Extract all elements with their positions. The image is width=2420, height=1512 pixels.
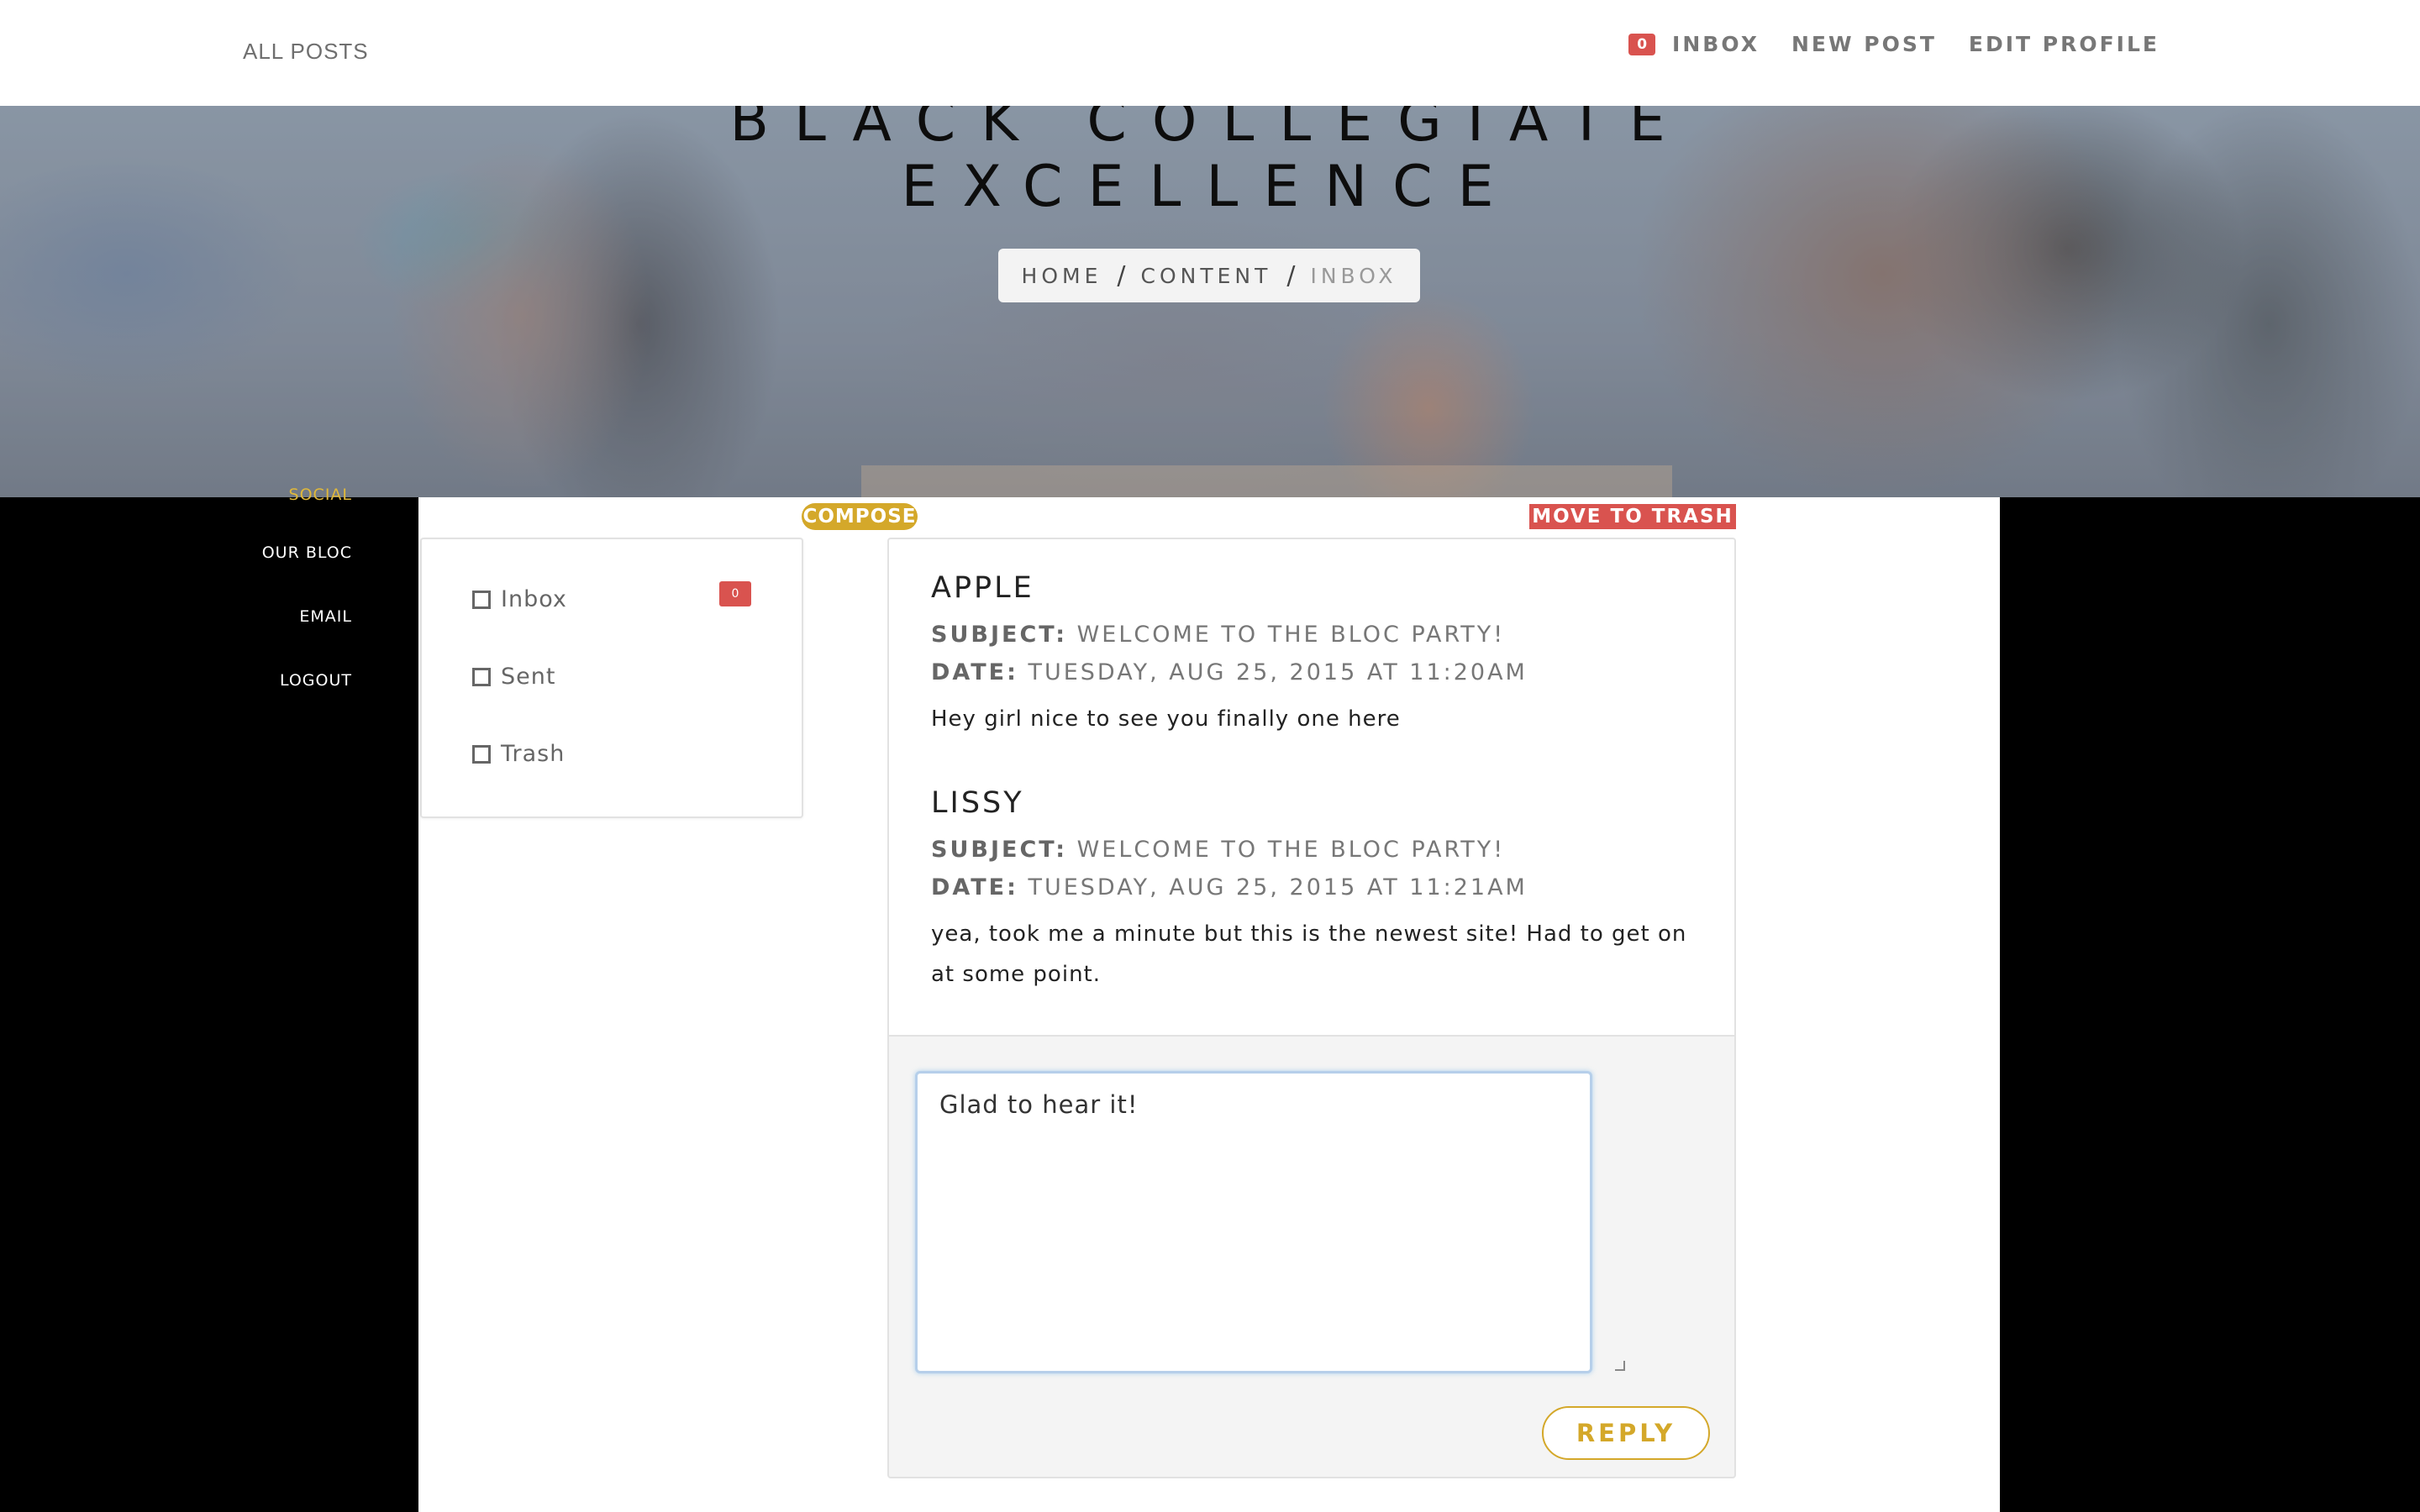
- reply-button[interactable]: REPLY: [1542, 1406, 1710, 1460]
- sidebar-item-logout[interactable]: LOGOUT: [280, 671, 352, 690]
- folder-inbox-badge: 0: [719, 581, 751, 606]
- hero-photo-strip: [861, 465, 1672, 497]
- reply-panel: Glad to hear it! REPLY: [887, 1035, 1736, 1478]
- breadcrumb-content[interactable]: CONTENT: [1140, 264, 1271, 288]
- resize-handle-icon[interactable]: [1615, 1361, 1625, 1371]
- date-label: DATE:: [931, 874, 1018, 900]
- breadcrumb-home[interactable]: HOME: [1022, 264, 1102, 288]
- nav-inbox[interactable]: 0 INBOX: [1628, 32, 1760, 56]
- checkbox-icon[interactable]: [472, 744, 491, 764]
- folder-sent[interactable]: Sent: [472, 664, 555, 690]
- sidebar: SOCIAL OUR BLOC EMAIL LOGOUT: [0, 486, 418, 1512]
- date-text: TUESDAY, AUG 25, 2015 AT 11:21AM: [1028, 874, 1528, 900]
- subject-text: WELCOME TO THE BLOC PARTY!: [1076, 837, 1506, 863]
- site-title-line1: BLACK COLLEGIATE: [729, 106, 1691, 155]
- nav-inbox-label: INBOX: [1672, 32, 1760, 56]
- sidebar-item-email[interactable]: EMAIL: [299, 607, 352, 626]
- message-subject: SUBJECT: WELCOME TO THE BLOC PARTY!: [931, 622, 1701, 648]
- breadcrumb-separator: /: [1286, 260, 1296, 291]
- breadcrumb-separator: /: [1117, 260, 1126, 291]
- message-item: APPLE SUBJECT: WELCOME TO THE BLOC PARTY…: [931, 571, 1701, 739]
- date-label: DATE:: [931, 659, 1018, 685]
- message-body: yea, took me a minute but this is the ne…: [931, 921, 1687, 987]
- checkbox-icon[interactable]: [472, 590, 491, 609]
- message-body: Hey girl nice to see you finally one her…: [931, 706, 1401, 732]
- subject-text: WELCOME TO THE BLOC PARTY!: [1076, 622, 1506, 648]
- move-to-trash-button[interactable]: MOVE TO TRASH: [1529, 504, 1736, 529]
- sidebar-item-social[interactable]: SOCIAL: [289, 486, 352, 504]
- message-thread: APPLE SUBJECT: WELCOME TO THE BLOC PARTY…: [887, 538, 1736, 1037]
- message-date: DATE: TUESDAY, AUG 25, 2015 AT 11:21AM: [931, 874, 1701, 900]
- folder-panel: Inbox Sent Trash: [420, 538, 803, 818]
- subject-label: SUBJECT:: [931, 837, 1067, 863]
- nav-edit-profile[interactable]: EDIT PROFILE: [1969, 32, 2160, 56]
- compose-button[interactable]: COMPOSE: [802, 503, 918, 530]
- inbox-count-badge: 0: [1628, 33, 1656, 55]
- folder-sent-label: Sent: [501, 664, 556, 690]
- message-subject: SUBJECT: WELCOME TO THE BLOC PARTY!: [931, 837, 1701, 863]
- site-title: BLACK COLLEGIATE EXCELLENCE: [0, 106, 2420, 220]
- folder-trash-label: Trash: [501, 741, 566, 767]
- site-title-line2: EXCELLENCE: [901, 154, 1519, 220]
- message-date: DATE: TUESDAY, AUG 25, 2015 AT 11:20AM: [931, 659, 1701, 685]
- all-posts-link[interactable]: ALL POSTS: [243, 39, 369, 65]
- subject-label: SUBJECT:: [931, 622, 1067, 648]
- folder-inbox-label: Inbox: [501, 586, 567, 612]
- date-text: TUESDAY, AUG 25, 2015 AT 11:20AM: [1028, 659, 1528, 685]
- checkbox-icon[interactable]: [472, 667, 491, 686]
- message-sender: APPLE: [931, 571, 1034, 605]
- nav-new-post[interactable]: NEW POST: [1791, 32, 1937, 56]
- folder-inbox[interactable]: Inbox: [472, 586, 567, 612]
- breadcrumb-inbox: INBOX: [1310, 263, 1397, 288]
- reply-textarea[interactable]: Glad to hear it!: [915, 1071, 1592, 1373]
- message-item: LISSY SUBJECT: WELCOME TO THE BLOC PARTY…: [931, 786, 1701, 995]
- sidebar-item-our-bloc[interactable]: OUR BLOC: [262, 543, 352, 562]
- top-navbar: ALL POSTS 0 INBOX NEW POST EDIT PROFILE: [0, 0, 2420, 106]
- message-sender: LISSY: [931, 786, 1024, 820]
- hero-banner: BLACK COLLEGIATE EXCELLENCE HOME / CONTE…: [0, 106, 2420, 497]
- breadcrumb: HOME / CONTENT / INBOX: [998, 249, 1420, 302]
- right-gutter: [2000, 497, 2420, 1512]
- folder-trash[interactable]: Trash: [472, 741, 565, 767]
- top-nav: 0 INBOX NEW POST EDIT PROFILE: [1597, 32, 2160, 56]
